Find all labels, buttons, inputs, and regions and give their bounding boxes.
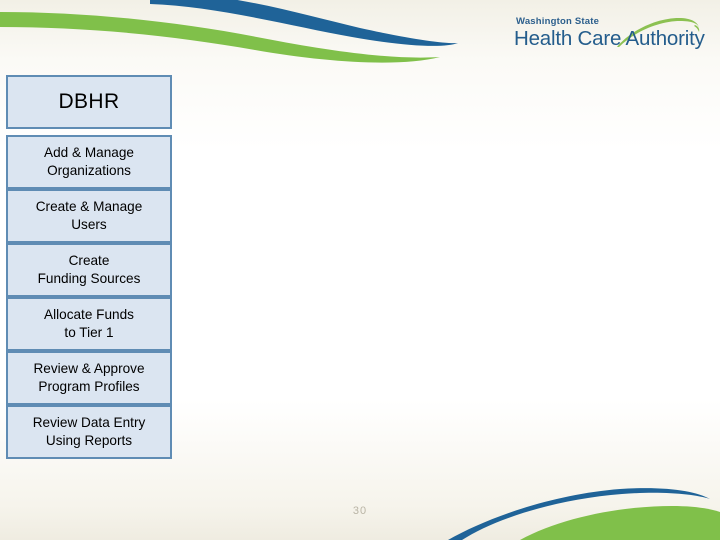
step-line-1: Review & Approve	[33, 361, 145, 377]
page-number: 30	[352, 505, 368, 517]
step-line-2: Using Reports	[45, 433, 133, 448]
step-line-2: to Tier 1	[64, 325, 114, 340]
top-wave-green-shape	[0, 12, 440, 63]
hca-logo: Washington State Health Care Authority	[513, 16, 705, 64]
step-box-review-data-entry-using-reports[interactable]: Review Data Entry Using Reports	[6, 405, 172, 459]
step-box-label: Allocate Funds to Tier 1	[40, 306, 138, 341]
slide-canvas: Washington State Health Care Authority D…	[0, 0, 720, 540]
step-line-2: Organizations	[47, 163, 131, 178]
step-box-review-approve-program-profiles[interactable]: Review & Approve Program Profiles	[6, 351, 172, 405]
step-line-1: Create & Manage	[35, 199, 143, 215]
step-box-label: Add & Manage Organizations	[40, 144, 138, 179]
step-box-create-funding-sources[interactable]: Create Funding Sources	[6, 243, 172, 297]
logo-line-state: Washington State	[516, 16, 600, 27]
step-box-label: Review & Approve Program Profiles	[29, 360, 148, 395]
dbhr-title-box[interactable]: DBHR	[6, 75, 172, 129]
dbhr-title-label: DBHR	[58, 90, 120, 114]
step-line-1: Allocate Funds	[44, 307, 134, 323]
step-line-1: Create	[68, 253, 110, 269]
step-line-2: Funding Sources	[37, 271, 141, 286]
step-box-label: Review Data Entry Using Reports	[29, 414, 150, 449]
step-line-2: Users	[71, 217, 107, 232]
step-box-label: Create & Manage Users	[32, 198, 147, 233]
step-line-1: Review Data Entry	[32, 415, 146, 431]
step-line-2: Program Profiles	[38, 379, 140, 394]
logo-line-main: Health Care Authority	[514, 27, 705, 50]
step-box-create-manage-users[interactable]: Create & Manage Users	[6, 189, 172, 243]
step-line-1: Add & Manage	[44, 145, 134, 161]
step-box-add-manage-organizations[interactable]: Add & Manage Organizations	[6, 135, 172, 189]
step-box-allocate-funds-to-tier-1[interactable]: Allocate Funds to Tier 1	[6, 297, 172, 351]
step-box-label: Create Funding Sources	[34, 252, 145, 287]
top-wave-blue-shape	[150, 0, 458, 46]
